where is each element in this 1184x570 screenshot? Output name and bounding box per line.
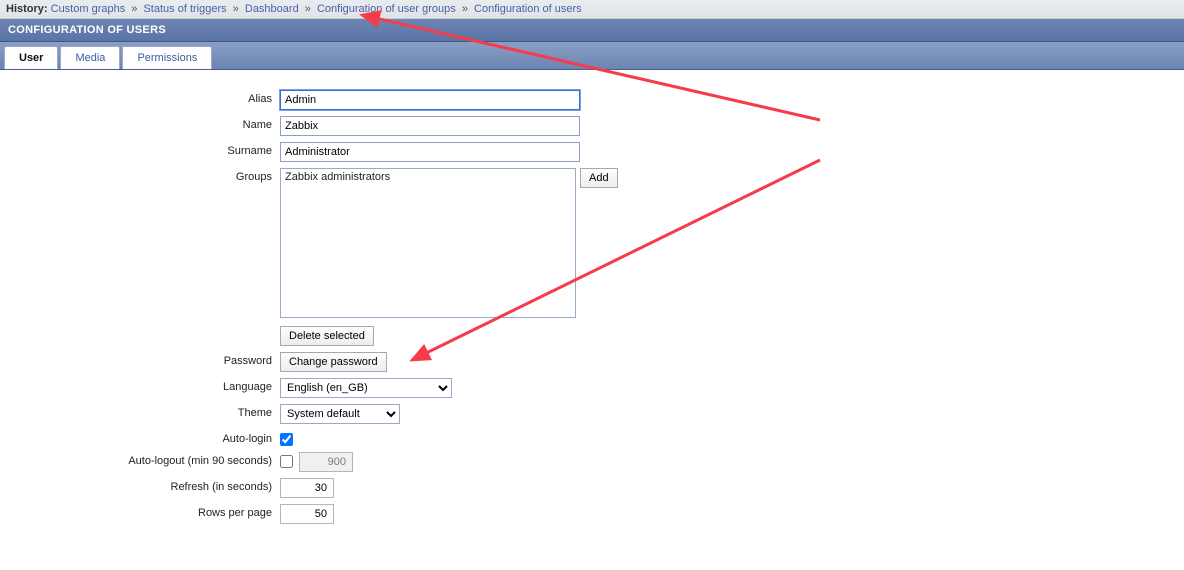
add-group-button[interactable]: Add bbox=[580, 168, 618, 188]
rows-input[interactable] bbox=[280, 504, 334, 524]
surname-label: Surname bbox=[10, 142, 280, 157]
autologout-input bbox=[299, 452, 353, 472]
tab-permissions[interactable]: Permissions bbox=[122, 46, 212, 69]
surname-input[interactable] bbox=[280, 142, 580, 162]
autologin-checkbox[interactable] bbox=[280, 433, 293, 446]
user-form: Alias Name Surname Groups Zabbix adminis… bbox=[0, 70, 1184, 570]
delete-selected-button[interactable]: Delete selected bbox=[280, 326, 374, 346]
history-link[interactable]: Configuration of user groups bbox=[317, 3, 456, 15]
password-label: Password bbox=[10, 352, 280, 367]
page-title: CONFIGURATION OF USERS bbox=[0, 19, 1184, 42]
tab-media[interactable]: Media bbox=[60, 46, 120, 69]
history-link[interactable]: Configuration of users bbox=[474, 3, 582, 15]
history-label: History: bbox=[6, 3, 48, 15]
group-item[interactable]: Zabbix administrators bbox=[282, 170, 574, 184]
history-separator: » bbox=[462, 3, 468, 15]
groups-listbox[interactable]: Zabbix administrators bbox=[280, 168, 576, 318]
autologout-checkbox[interactable] bbox=[280, 455, 293, 468]
language-label: Language bbox=[10, 378, 280, 393]
tab-bar: User Media Permissions bbox=[0, 42, 1184, 70]
tab-user[interactable]: User bbox=[4, 46, 58, 69]
language-select[interactable]: English (en_GB) bbox=[280, 378, 452, 398]
name-input[interactable] bbox=[280, 116, 580, 136]
autologin-label: Auto-login bbox=[10, 430, 280, 445]
history-separator: » bbox=[131, 3, 137, 15]
name-label: Name bbox=[10, 116, 280, 131]
history-separator: » bbox=[233, 3, 239, 15]
refresh-label: Refresh (in seconds) bbox=[10, 478, 280, 493]
history-link[interactable]: Status of triggers bbox=[143, 3, 226, 15]
theme-label: Theme bbox=[10, 404, 280, 419]
history-link[interactable]: Custom graphs bbox=[51, 3, 126, 15]
refresh-input[interactable] bbox=[280, 478, 334, 498]
theme-select[interactable]: System default bbox=[280, 404, 400, 424]
groups-label: Groups bbox=[10, 168, 280, 183]
rows-label: Rows per page bbox=[10, 504, 280, 519]
autologout-label: Auto-logout (min 90 seconds) bbox=[10, 452, 280, 467]
alias-input[interactable] bbox=[280, 90, 580, 110]
alias-label: Alias bbox=[10, 90, 280, 105]
history-link[interactable]: Dashboard bbox=[245, 3, 299, 15]
history-separator: » bbox=[305, 3, 311, 15]
history-bar: History: Custom graphs » Status of trigg… bbox=[0, 0, 1184, 19]
change-password-button[interactable]: Change password bbox=[280, 352, 387, 372]
